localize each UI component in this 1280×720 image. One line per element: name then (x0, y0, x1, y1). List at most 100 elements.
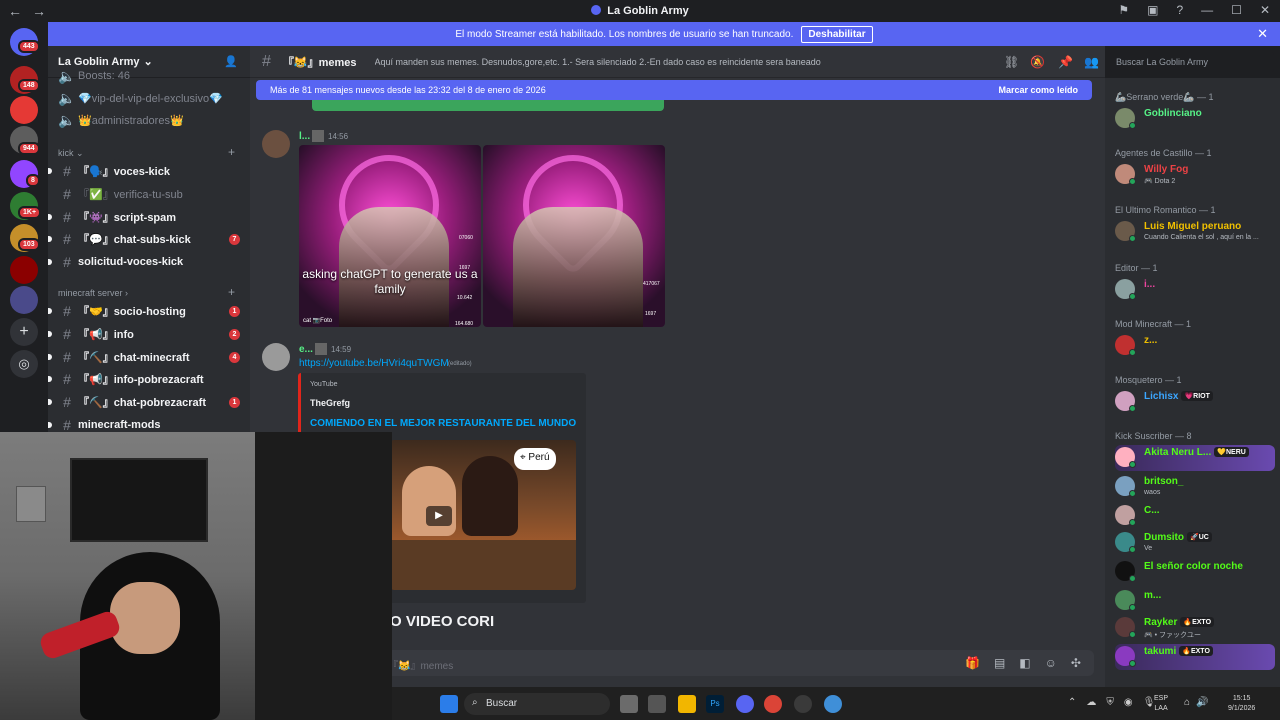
video-thumbnail[interactable]: ▶ ⌖ Perú (390, 440, 576, 590)
channel-item[interactable]: # 『📢』info 2 (48, 324, 240, 344)
close-button[interactable]: ✕ (1260, 3, 1270, 17)
member-row[interactable]: i... (1115, 277, 1275, 303)
avatar[interactable] (262, 343, 290, 371)
channel-item[interactable]: 🔈 Boosts: 46 (56, 66, 130, 86)
member-row[interactable]: Goblinciano (1115, 106, 1275, 132)
search-input[interactable]: Buscar La Goblin Army (1110, 52, 1274, 72)
close-icon[interactable]: ✕ (1257, 26, 1268, 42)
member-row[interactable]: C... (1115, 503, 1275, 529)
meme-image[interactable]: asking chatGPT to generate us a family c… (299, 145, 481, 327)
channel-item[interactable]: 🔈 👑administradores👑 (56, 110, 183, 130)
status-indicator (1129, 519, 1136, 526)
photoshop-icon[interactable]: Ps (706, 695, 724, 713)
username[interactable]: l... (299, 131, 310, 142)
channel-item[interactable]: # 『⛏️』chat-minecraft 4 (48, 347, 240, 367)
member-row[interactable]: Luis Miguel peruano Cuando Calienta el s… (1115, 219, 1275, 245)
status-indicator (1129, 122, 1136, 129)
gift-icon[interactable]: 🎁 (965, 656, 980, 670)
member-name: britson_ (1144, 476, 1184, 487)
channel-item[interactable]: # solicitud-voces-kick (48, 252, 184, 272)
server-icon[interactable] (10, 96, 38, 124)
apps-icon[interactable]: ✣ (1071, 656, 1081, 670)
gif-icon[interactable]: ▤ (994, 656, 1005, 670)
member-row[interactable]: z... (1115, 333, 1275, 359)
channel-topic[interactable]: Aquí manden sus memes. Desnudos,gore,etc… (375, 57, 835, 67)
embed-author[interactable]: TheGrefg (310, 398, 350, 408)
category-minecraft[interactable]: minecraft server › + (58, 285, 235, 299)
member-name: takumi (1144, 646, 1177, 657)
taskbar-search[interactable]: ⌕ Buscar (464, 693, 610, 715)
channel-item[interactable]: # 『💬』chat-subs-kick 7 (48, 229, 240, 249)
language-indicator[interactable]: ESP LAA (1154, 694, 1168, 714)
meme-image[interactable]: 417067 1697 (483, 145, 665, 327)
obs-icon[interactable] (794, 695, 812, 713)
play-icon[interactable]: ▶ (426, 506, 452, 526)
embed-title[interactable]: COMIENDO EN EL MEJOR RESTAURANTE DEL MUN… (310, 418, 576, 429)
threads-icon[interactable]: ⛓ (1004, 55, 1019, 69)
new-messages-bar[interactable]: Más de 81 mensajes nuevos desde las 23:3… (256, 80, 1092, 100)
volume-icon[interactable]: 🔊 (1196, 697, 1208, 708)
minimize-button[interactable]: — (1201, 3, 1213, 17)
app-tray-icon[interactable]: ◉ (1124, 697, 1133, 708)
clock[interactable]: 15:15 9/1/2026 (1228, 694, 1255, 714)
shield-icon[interactable]: ⛨ (1106, 697, 1114, 708)
category-kick[interactable]: kick ⌄ + (58, 145, 235, 159)
avatar[interactable] (262, 130, 290, 158)
cloud-icon[interactable]: ☁ (1086, 697, 1096, 708)
pin-icon[interactable]: 📌 (1058, 55, 1073, 69)
username[interactable]: e... (299, 344, 313, 355)
member-row[interactable]: Dumsito 🚀UC Ve (1115, 530, 1275, 556)
member-category: Mod Minecraft — 1 (1115, 319, 1192, 329)
mark-as-read-button[interactable]: Marcar como leído (998, 85, 1078, 95)
emoji-icon[interactable]: ☺ (1045, 656, 1057, 670)
member-row[interactable]: Willy Fog 🎮 Dota 2 (1115, 162, 1275, 188)
server-icon[interactable] (10, 286, 38, 314)
badge: 944 (18, 142, 40, 155)
member-row[interactable]: m... (1115, 588, 1275, 614)
help-icon[interactable]: ? (1176, 3, 1183, 17)
meme-caption: asking chatGPT to generate us a family (302, 267, 478, 296)
discord-logo-icon (591, 5, 602, 15)
add-channel-icon[interactable]: + (228, 285, 235, 299)
inbox-icon[interactable]: ⚑ (1118, 3, 1129, 17)
notification-icon[interactable]: 🔕 (1030, 55, 1045, 69)
chrome-icon[interactable] (764, 695, 782, 713)
task-view-icon[interactable] (620, 695, 638, 713)
member-row[interactable]: Rayker 🔥EXTO 🎮 • ファックユー (1115, 615, 1275, 641)
server-icon[interactable] (10, 256, 38, 284)
file-explorer-icon[interactable] (678, 695, 696, 713)
members-icon[interactable]: 👥 (1084, 55, 1099, 69)
network-icon[interactable]: ⌂ (1184, 697, 1190, 708)
discord-icon[interactable] (736, 695, 754, 713)
channel-item[interactable]: # 『👾』script-spam (48, 207, 176, 227)
member-row[interactable]: britson_ waos (1115, 474, 1275, 500)
channel-label: solicitud-voces-kick (78, 256, 184, 268)
member-row[interactable]: Lichisx 💗RIOT (1115, 389, 1275, 415)
add-channel-icon[interactable]: + (228, 145, 235, 159)
member-row[interactable]: Akita Neru L... 💛NERU (1115, 445, 1275, 471)
app-icon[interactable] (824, 695, 842, 713)
maximize-button[interactable]: ☐ (1231, 3, 1242, 17)
add-server-icon[interactable]: + (10, 318, 38, 346)
channel-item[interactable]: 🔈 💎vip-del-vip-del-exclusivo💎 (56, 88, 223, 108)
disable-streamer-button[interactable]: Deshabilitar (801, 25, 873, 43)
channel-item[interactable]: # 『🤝』socio-hosting 1 (48, 301, 240, 321)
channel-item[interactable]: # 『🗣️』voces-kick (48, 161, 170, 181)
channel-item[interactable]: # 『✅』verifica-tu-sub (56, 184, 183, 204)
comment-count: 1697 (645, 311, 657, 317)
member-row[interactable]: takumi 🔥EXTO (1115, 644, 1275, 670)
member-row[interactable]: El señor color noche (1115, 559, 1275, 585)
channel-item[interactable]: # 『📢』info-pobrezacraft (48, 369, 204, 389)
channel-header: # 『😹』memes Aquí manden sus memes. Desnud… (250, 46, 1105, 78)
app-icon[interactable] (648, 695, 666, 713)
status-indicator (1129, 604, 1136, 611)
windows-start-icon[interactable] (440, 695, 458, 713)
sticker-icon[interactable]: ◧ (1019, 656, 1030, 670)
channel-item[interactable]: # 『⛏️』chat-pobrezacraft 1 (48, 392, 240, 412)
add-friend-icon[interactable]: 👤 (224, 55, 238, 68)
member-name: Lichisx (1144, 391, 1179, 402)
chevron-up-icon[interactable]: ⌃ (1068, 697, 1076, 708)
explore-icon[interactable]: ◎ (10, 350, 38, 378)
youtube-link[interactable]: https://youtube.be/HVri4quTWGM (299, 358, 449, 369)
screen-icon[interactable]: ▣ (1147, 3, 1158, 17)
